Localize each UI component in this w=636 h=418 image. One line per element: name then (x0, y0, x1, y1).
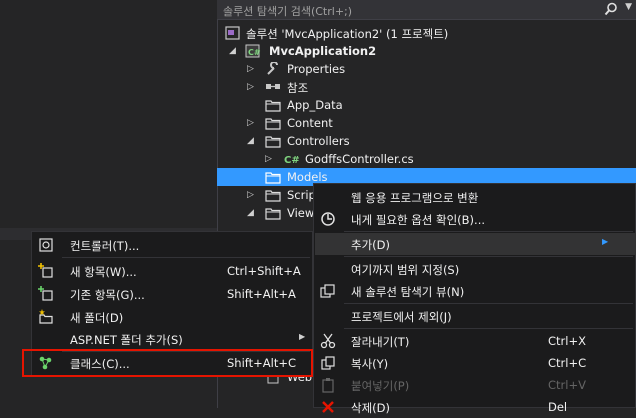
menu-item-label: 내게 필요한 옵션 확인(B)... (351, 213, 486, 227)
menu-item-shortcut: Shift+Alt+A (227, 287, 296, 301)
menu-item-label: 여기까지 범위 지정(S) (351, 263, 460, 277)
existing-item-icon (38, 286, 53, 301)
menu-item-new-item[interactable]: 새 항목(W)... Ctrl+Shift+A (33, 260, 311, 282)
menu-item-label: 추가(D) (351, 238, 390, 252)
svg-text:C#: C# (284, 155, 299, 166)
csharp-file-icon: C# (284, 155, 299, 166)
tree-label: Models (287, 170, 328, 184)
submenu-arrow-icon: ▶ (602, 237, 609, 246)
submenu-arrow-icon: ▶ (299, 332, 306, 341)
tree-label: Content (287, 116, 333, 130)
menu-item-label: 붙여넣기(P) (351, 379, 410, 393)
menu-item-shortcut: Ctrl+V (548, 378, 586, 392)
menu-item-shortcut: Ctrl+X (548, 334, 586, 348)
menu-item-accessibility-check[interactable]: 내게 필요한 옵션 확인(B)... (315, 208, 636, 230)
new-item-icon (38, 263, 53, 278)
menu-item-label: 새 솔루션 탐색기 뷰(N) (351, 285, 465, 299)
menu-item-shortcut: Del (548, 400, 568, 414)
menu-item-label: 복사(Y) (351, 357, 389, 371)
tree-label: MvcApplication2 (269, 44, 377, 58)
project-context-menu: 웹 응용 프로그램으로 변환 내게 필요한 옵션 확인(B)... 추가(D) … (313, 183, 636, 415)
copy-icon (321, 356, 335, 370)
tree-label: App_Data (287, 98, 343, 112)
expand-arrow-icon[interactable]: ▷ (247, 189, 257, 201)
solution-search-box[interactable]: 솔루션 탐색기 검색(Ctrl+;) ▼ (217, 0, 636, 20)
tree-label: Properties (287, 62, 346, 76)
references-icon (266, 84, 280, 89)
expand-arrow-icon[interactable]: ▷ (247, 117, 257, 129)
expand-arrow-icon[interactable]: ▷ (265, 153, 275, 165)
svg-text:C#: C# (248, 48, 261, 57)
tree-item-godffs-controller[interactable]: ▷ C# GodffsController.cs (217, 150, 636, 168)
menu-item-cut[interactable]: 잘라내기(T) Ctrl+X (315, 330, 636, 352)
menu-item-existing-item[interactable]: 기존 항목(G)... Shift+Alt+A (33, 283, 311, 305)
tree-item-app-data[interactable]: App_Data (217, 96, 636, 114)
wrench-icon (267, 62, 278, 75)
new-folder-icon (39, 309, 53, 324)
tree-label: 솔루션 'MvcApplication2' (1 프로젝트) (246, 27, 449, 41)
menu-item-paste[interactable]: 붙여넣기(P) Ctrl+V (315, 374, 636, 396)
menu-item-label: ASP.NET 폴더 추가(S) (70, 333, 183, 347)
new-view-icon (320, 284, 335, 298)
paste-icon (322, 378, 334, 393)
menu-item-new-folder[interactable]: 새 폴더(D) (33, 306, 311, 328)
menu-separator (344, 231, 633, 232)
collapse-arrow-icon[interactable]: ◢ (247, 135, 257, 147)
menu-item-new-explorer-view[interactable]: 새 솔루션 탐색기 뷰(N) (315, 280, 636, 302)
menu-item-label: 웹 응용 프로그램으로 변환 (351, 191, 479, 205)
menu-separator (62, 257, 310, 258)
collapse-arrow-icon[interactable]: ◢ (229, 45, 239, 57)
tree-item-solution[interactable]: 솔루션 'MvcApplication2' (1 프로젝트) (217, 24, 636, 42)
search-icon[interactable] (604, 2, 618, 16)
tree-label: 참조 (287, 81, 309, 95)
menu-item-convert-web-app[interactable]: 웹 응용 프로그램으로 변환 (315, 186, 636, 208)
tree-label: GodffsController.cs (305, 152, 414, 166)
tree-label: View (287, 206, 315, 220)
menu-item-copy[interactable]: 복사(Y) Ctrl+C (315, 352, 636, 374)
expand-arrow-icon[interactable]: ▷ (247, 63, 257, 75)
menu-separator (344, 303, 633, 304)
folder-icon (265, 190, 281, 202)
menu-separator (344, 328, 633, 329)
delete-x-icon (322, 401, 334, 413)
menu-item-scope-to-this[interactable]: 여기까지 범위 지정(S) (315, 258, 636, 280)
scissors-icon (320, 333, 336, 349)
menu-item-label: 컨트롤러(T)... (70, 239, 140, 253)
folder-icon (265, 100, 281, 112)
csharp-project-icon: C# (245, 44, 261, 58)
tree-label: Controllers (287, 134, 350, 148)
menu-item-add-aspnet-folder[interactable]: ASP.NET 폴더 추가(S) ▶ (33, 328, 311, 350)
menu-separator (344, 256, 633, 257)
menu-item-exclude-from-project[interactable]: 프로젝트에서 제외(J) (315, 305, 636, 327)
expand-arrow-icon[interactable]: ▷ (247, 81, 257, 93)
accessibility-check-icon (321, 212, 335, 226)
menu-item-controller[interactable]: 컨트롤러(T)... (33, 234, 311, 256)
folder-icon (265, 172, 281, 184)
tree-label: Scrip (287, 188, 316, 202)
tree-item-content[interactable]: ▷ Content (217, 114, 636, 132)
menu-item-shortcut: Ctrl+C (548, 356, 587, 370)
menu-item-label: 삭제(D) (351, 401, 390, 415)
menu-item-delete[interactable]: 삭제(D) Del (315, 396, 636, 418)
tree-item-controllers[interactable]: ◢ Controllers (217, 132, 636, 150)
controller-icon (39, 238, 53, 252)
menu-item-label: 잘라내기(T) (351, 335, 410, 349)
tree-item-project[interactable]: ◢ C# MvcApplication2 (217, 42, 636, 60)
folder-icon (265, 208, 281, 220)
menu-item-label: 새 항목(W)... (70, 265, 137, 279)
menu-item-label: 프로젝트에서 제외(J) (351, 310, 452, 324)
class-item-highlight-box (22, 349, 313, 377)
tree-item-properties[interactable]: ▷ Properties (217, 60, 636, 78)
tree-item-references[interactable]: ▷ 참조 (217, 78, 636, 96)
menu-item-add[interactable]: 추가(D) ▶ (315, 233, 636, 255)
folder-icon (265, 136, 281, 148)
search-placeholder: 솔루션 탐색기 검색(Ctrl+;) (223, 5, 353, 18)
menu-item-shortcut: Ctrl+Shift+A (227, 264, 301, 278)
menu-item-label: 새 폴더(D) (70, 311, 124, 325)
menu-item-label: 기존 항목(G)... (70, 288, 145, 302)
solution-icon (225, 26, 240, 40)
folder-icon (265, 118, 281, 130)
collapse-arrow-icon[interactable]: ◢ (247, 207, 257, 219)
search-dropdown-icon[interactable]: ▼ (625, 2, 632, 12)
